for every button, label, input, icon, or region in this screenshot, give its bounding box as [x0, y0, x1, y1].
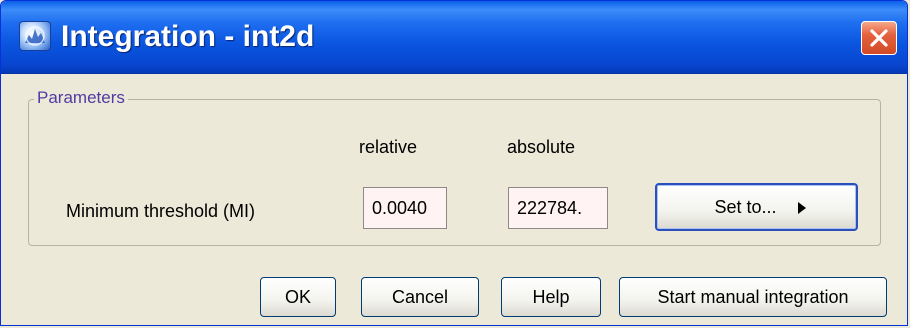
- cancel-button[interactable]: Cancel: [361, 277, 479, 317]
- integration-dialog: Integration - int2d Parameters relative …: [0, 0, 908, 326]
- set-to-button[interactable]: Set to...: [655, 183, 858, 231]
- absolute-column-header: absolute: [507, 137, 576, 157]
- start-manual-integration-label: Start manual integration: [657, 287, 849, 307]
- minimum-threshold-label: Minimum threshold (MI): [66, 201, 256, 221]
- relative-column-header: relative: [359, 137, 418, 157]
- absolute-threshold-input[interactable]: 222784.: [508, 187, 608, 229]
- ok-button[interactable]: OK: [260, 277, 336, 317]
- start-manual-integration-button[interactable]: Start manual integration: [619, 277, 887, 317]
- help-label: Help: [532, 287, 570, 307]
- ok-label: OK: [284, 287, 311, 307]
- cancel-label: Cancel: [391, 287, 449, 307]
- parameters-legend: Parameters: [34, 87, 128, 109]
- title-bar[interactable]: Integration - int2d: [1, 1, 907, 74]
- spectrum-app-icon: [19, 21, 51, 51]
- set-to-label: Set to...: [714, 197, 777, 217]
- help-button[interactable]: Help: [501, 277, 601, 317]
- relative-threshold-input[interactable]: 0.0040: [363, 187, 447, 229]
- close-icon: [870, 29, 888, 47]
- triangle-right-icon: [798, 202, 806, 214]
- close-button[interactable]: [861, 21, 897, 55]
- window-title: Integration - int2d: [61, 20, 315, 53]
